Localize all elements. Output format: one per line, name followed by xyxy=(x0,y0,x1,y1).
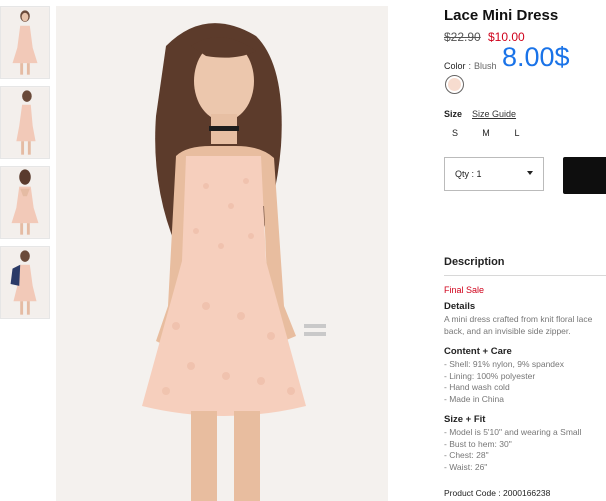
color-swatch-blush[interactable] xyxy=(445,75,464,94)
thumbnail-gallery xyxy=(0,6,52,326)
model-wearing-dress-photo-icon xyxy=(56,6,388,501)
content-care-heading: Content + Care xyxy=(444,346,512,357)
size-fit-text: - Model is 5'10" and wearing a Small - B… xyxy=(444,427,581,473)
color-value: Blush xyxy=(474,61,497,71)
content-care-text: - Shell: 91% nylon, 9% spandex - Lining:… xyxy=(444,359,564,405)
color-label-separator: : xyxy=(468,61,472,71)
details-heading: Details xyxy=(444,301,476,312)
size-option-m[interactable]: M xyxy=(479,128,493,138)
content-line: - Hand wash cold xyxy=(444,382,510,392)
promo-price: 8.00$ xyxy=(502,42,570,72)
dress-front-thumbnail-icon xyxy=(1,7,49,78)
add-to-cart-button[interactable] xyxy=(563,157,606,194)
thumbnail-back[interactable] xyxy=(0,166,50,239)
product-title: Lace Mini Dress xyxy=(444,7,559,24)
size-option-l[interactable]: L xyxy=(510,128,524,138)
size-label: Size xyxy=(444,109,463,119)
fit-line: - Chest: 28" xyxy=(444,450,489,460)
content-line: - Lining: 100% polyester xyxy=(444,370,536,381)
final-sale-label: Final Sale xyxy=(444,285,485,295)
thumbnail-side[interactable] xyxy=(0,86,50,159)
color-label: Color: Blush xyxy=(444,61,497,71)
original-price: $22.90 xyxy=(444,30,481,44)
main-product-image xyxy=(56,6,388,501)
details-line: back, and an invisible side zipper. xyxy=(444,325,571,336)
thumbnail-jacket[interactable] xyxy=(0,246,50,319)
size-guide-link[interactable]: Size Guide xyxy=(472,109,516,119)
thumbnail-front[interactable] xyxy=(0,6,50,79)
content-line: - Made in China xyxy=(444,393,505,404)
dress-jacket-thumbnail-icon xyxy=(1,247,49,318)
dress-back-thumbnail-icon xyxy=(1,167,49,238)
fit-line: - Waist: 26" xyxy=(444,461,488,472)
details-text: A mini dress crafted from knit floral la… xyxy=(444,314,592,337)
product-code: Product Code : 2000166238 xyxy=(444,488,551,498)
description-divider xyxy=(444,275,606,276)
fit-line: - Bust to hem: 30" xyxy=(444,438,512,449)
description-heading: Description xyxy=(444,256,505,268)
color-label-text: Color xyxy=(444,61,466,71)
dress-side-thumbnail-icon xyxy=(1,87,49,158)
size-fit-heading: Size + Fit xyxy=(444,414,486,425)
fit-line: - Model is 5'10" and wearing a Small xyxy=(444,427,582,437)
content-line: - Shell: 91% nylon, 9% spandex xyxy=(444,359,565,369)
quantity-label: Qty : 1 xyxy=(455,169,482,179)
chevron-down-icon xyxy=(527,171,533,175)
quantity-select[interactable]: Qty : 1 xyxy=(444,157,544,191)
details-line: A mini dress crafted from knit floral la… xyxy=(444,314,593,324)
size-option-s[interactable]: S xyxy=(448,128,462,138)
